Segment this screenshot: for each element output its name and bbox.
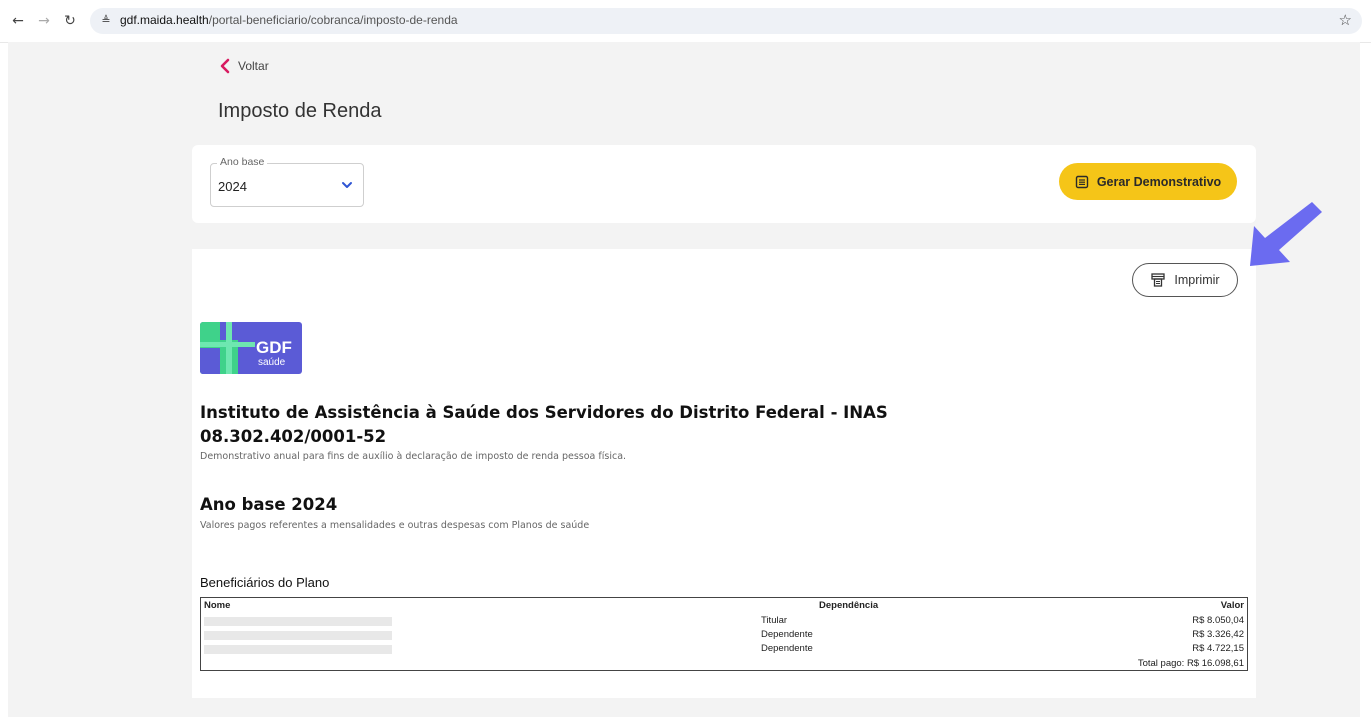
generate-statement-button[interactable]: Gerar Demonstrativo [1059,163,1237,200]
url-path: /portal-beneficiario/cobranca/imposto-de… [208,13,458,27]
year-select-label: Ano base [217,156,268,168]
logo-text-gdf: GDF [256,338,292,357]
redacted-name [204,617,392,626]
forward-arrow-icon[interactable]: → [34,11,54,31]
url-text[interactable]: gdf.maida.health/portal-beneficiario/cob… [120,13,458,27]
document-list-icon [1075,175,1089,188]
beneficiaries-title: Beneficiários do Plano [200,575,330,590]
institution-name: Instituto de Assistência à Saúde dos Ser… [200,403,888,422]
url-host: gdf.maida.health [120,13,209,27]
page-title: Imposto de Renda [218,100,382,122]
column-header-dependency: Dependência [819,600,879,611]
back-arrow-icon[interactable]: ← [8,11,28,31]
annotation-arrow-icon [1250,202,1322,266]
bookmark-star-icon[interactable]: ☆ [1339,11,1352,29]
browser-toolbar: ← → ↻ ≜ gdf.maida.health/portal-benefici… [0,0,1371,43]
row-dependency: Titular [761,615,788,626]
site-settings-icon[interactable]: ≜ [98,13,114,29]
table-row: Titular R$ 8.050,04 [201,615,1247,629]
column-header-value: Valor [1220,600,1244,611]
row-value: R$ 3.326,42 [1192,629,1244,640]
generate-statement-label: Gerar Demonstrativo [1096,174,1222,189]
table-row: Dependente R$ 4.722,15 [201,643,1247,657]
print-button[interactable]: Imprimir [1132,263,1238,297]
row-dependency: Dependente [761,643,813,654]
back-link[interactable]: Voltar [218,56,269,76]
redacted-name [204,645,392,654]
gdf-saude-logo-graphic: GDF saúde [200,322,302,374]
redacted-name [204,631,392,640]
table-row: Dependente R$ 3.326,42 [201,629,1247,643]
row-value: R$ 4.722,15 [1192,643,1244,654]
row-value: R$ 8.050,04 [1192,615,1244,626]
back-label: Voltar [238,59,269,73]
filter-card: Ano base 2024 Gerar Demonstrativo [192,145,1256,223]
gdf-saude-logo: GDF saúde [200,322,302,374]
institution-cnpj: 08.302.402/0001-52 [200,427,387,446]
beneficiaries-table: Nome Dependência Valor Titular R$ 8.050,… [200,597,1248,671]
year-select[interactable]: Ano base 2024 [210,156,364,207]
statement-description: Demonstrativo anual para fins de auxílio… [200,451,627,462]
year-description: Valores pagos referentes a mensalidades … [200,520,590,531]
column-header-name: Nome [204,600,231,611]
logo-text-saude: saúde [258,357,286,368]
address-bar[interactable]: ≜ gdf.maida.health/portal-beneficiario/c… [90,8,1362,34]
statement-document: Imprimir GDF saúde Instituto de Assistên… [192,249,1256,698]
chevron-down-icon [342,182,352,188]
total-paid: Total pago: R$ 16.098,61 [1137,658,1244,669]
year-title: Ano base 2024 [200,495,338,514]
reload-icon[interactable]: ↻ [60,11,80,31]
print-label: Imprimir [1174,273,1220,287]
page-content: Voltar Imposto de Renda Ano base 2024 Ge… [8,42,1360,717]
year-select-value: 2024 [218,179,247,194]
chevron-left-icon [220,58,230,74]
row-dependency: Dependente [761,629,813,640]
printer-icon [1151,273,1166,287]
